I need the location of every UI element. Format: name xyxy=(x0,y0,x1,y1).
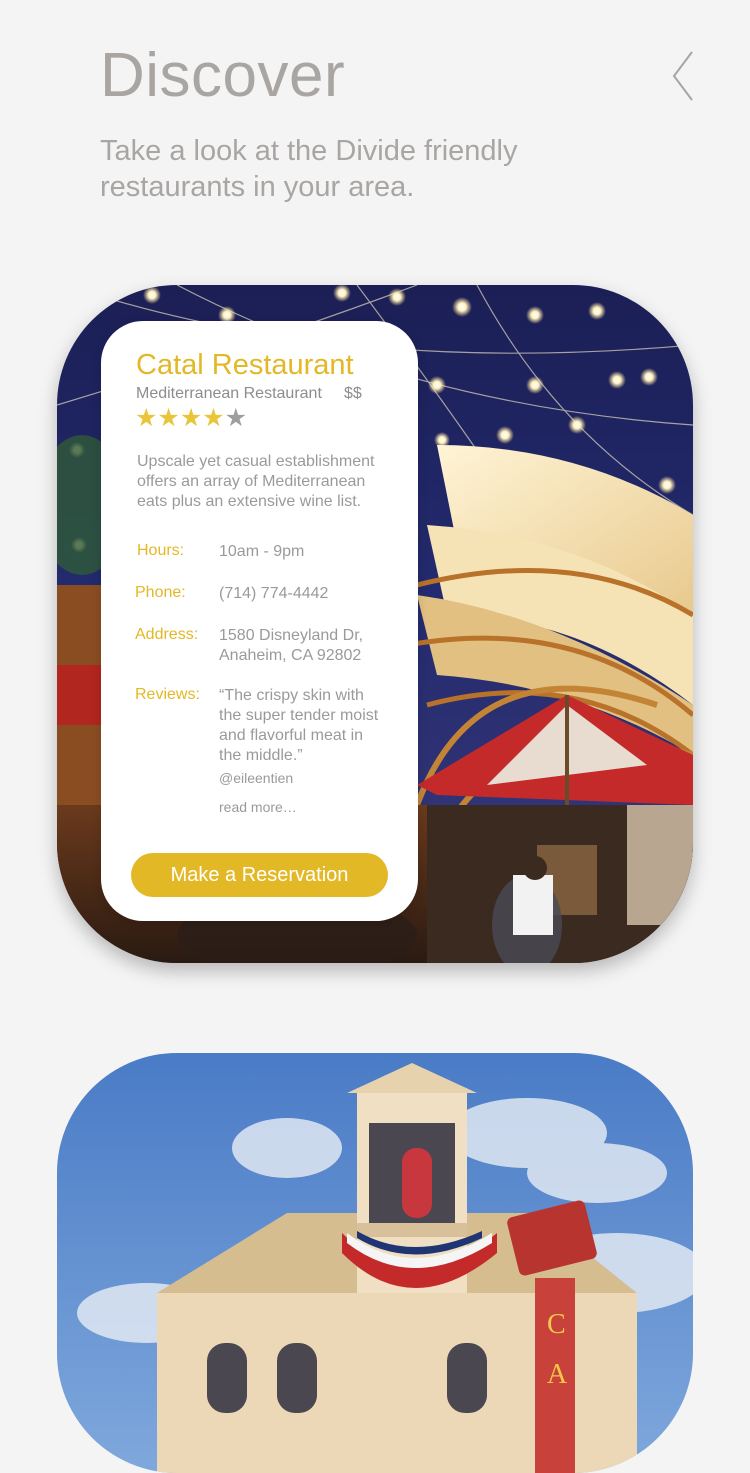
chevron-left-icon xyxy=(672,51,693,101)
address-line-1: 1580 Disneyland Dr, xyxy=(219,627,364,644)
address-label: Address: xyxy=(135,626,199,643)
star-filled-icons: ★★★★ xyxy=(135,404,225,432)
review-author: @eileentien xyxy=(219,770,294,786)
star-empty-icon: ★ xyxy=(224,404,248,432)
address-line-2: Anaheim, CA 92802 xyxy=(219,647,362,664)
hours-label: Hours: xyxy=(137,542,185,559)
phone-value[interactable]: (714) 774-4442 xyxy=(219,584,389,604)
make-reservation-button[interactable]: Make a Reservation xyxy=(131,853,388,897)
page-subtitle: Take a look at the Divide friendly resta… xyxy=(100,135,518,203)
read-more-link[interactable]: read more… xyxy=(219,799,297,815)
restaurant-card-2[interactable]: C A xyxy=(57,1053,693,1473)
back-button[interactable] xyxy=(664,46,704,106)
hours-value: 10am - 9pm xyxy=(219,543,305,560)
restaurant-photo-2: C A xyxy=(57,1053,693,1473)
svg-text:A: A xyxy=(547,1359,568,1390)
rating-stars: ★★★★★ xyxy=(135,403,247,433)
restaurant-name: Catal Restaurant xyxy=(136,349,354,381)
restaurant-description: Upscale yet casual establishment offers … xyxy=(137,453,375,510)
phone-label: Phone: xyxy=(135,584,186,601)
review-text: “The crispy skin with the super tender m… xyxy=(219,687,379,764)
restaurant-price: $$ xyxy=(344,385,362,402)
restaurant-info-panel: Catal Restaurant Mediterranean Restauran… xyxy=(101,321,418,921)
svg-text:C: C xyxy=(547,1309,566,1340)
page-title: Discover xyxy=(100,41,346,110)
restaurant-type: Mediterranean Restaurant xyxy=(136,385,322,402)
reviews-label: Reviews: xyxy=(135,686,200,703)
